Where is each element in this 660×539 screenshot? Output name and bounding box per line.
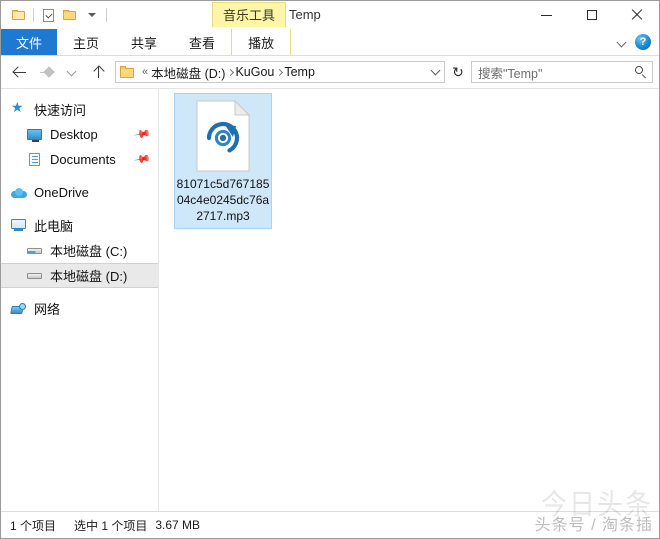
sidebar-item-label: 本地磁盘 (C:) [50,244,128,259]
status-selection-size: 3.67 MB [155,518,201,532]
sidebar-item-onedrive[interactable]: OneDrive [1,180,158,205]
breadcrumb-dropdown-chevron-down-icon[interactable] [426,67,444,77]
breadcrumb-overflow-icon[interactable]: « [142,66,148,78]
music-file-icon [195,99,251,172]
chevron-down-icon [64,64,80,80]
up-button[interactable] [85,59,111,85]
drive-icon [27,268,44,284]
chevron-down-icon [88,13,96,17]
expand-ribbon-chevron-down-icon[interactable] [618,38,627,47]
forward-arrow-icon [39,66,55,79]
breadcrumb-separator-icon-2[interactable] [274,70,284,75]
back-arrow-icon [11,66,28,79]
close-button[interactable] [614,1,659,29]
cloud-icon [11,185,28,201]
tab-home[interactable]: 主页 [57,29,115,55]
file-name-label: 81071c5d76718504c4e0245dc76a2717.mp3 [176,177,270,223]
qat-folder-icon-button[interactable] [8,4,30,26]
qat-divider [33,8,34,22]
back-button[interactable] [7,59,33,85]
sidebar-item-label: Documents [50,152,116,167]
documents-icon [27,152,44,168]
sidebar-item-label: Desktop [50,127,98,142]
sidebar-item-documents[interactable]: Documents 📌 [1,147,158,172]
search-box[interactable]: 搜索"Temp" [471,61,653,83]
new-folder-icon [63,9,77,21]
sidebar-item-label: 网络 [34,302,61,317]
sidebar-item-desktop[interactable]: Desktop 📌 [1,122,158,147]
sidebar-item-label: 此电脑 [34,219,74,234]
this-pc-icon [11,218,28,234]
tab-play[interactable]: 播放 [231,29,292,55]
ribbon-tab-bar: 文件 主页 共享 查看 播放 ? [1,29,659,56]
status-item-count: 1 个项目 [10,518,57,533]
minimize-icon [541,14,552,16]
qat-divider-2 [106,8,107,22]
tab-view[interactable]: 查看 [173,29,231,55]
breadcrumb-item-temp[interactable]: Temp [284,65,315,79]
recent-locations-button[interactable] [59,59,85,85]
window-controls [524,1,659,29]
ribbon-right-controls: ? [618,29,659,55]
address-bar: « 本地磁盘 (D:) KuGou Temp ↻ 搜索"Temp" [1,56,659,89]
sidebar-item-label: 快速访问 [34,103,87,118]
sidebar-item-local-disk-c[interactable]: 本地磁盘 (C:) [1,238,158,263]
maximize-icon [586,10,597,20]
breadcrumb[interactable]: « 本地磁盘 (D:) KuGou Temp [115,61,445,83]
sidebar-item-network[interactable]: 网络 [1,296,158,321]
tab-file[interactable]: 文件 [1,29,58,55]
sidebar-item-local-disk-d[interactable]: 本地磁盘 (D:) [1,263,158,288]
maximize-button[interactable] [569,1,614,29]
forward-button[interactable] [33,59,59,85]
contextual-tab-group-title: 音乐工具 [212,2,287,27]
navigation-pane: 快速访问 Desktop 📌 Documents 📌 OneDrive 此电脑 … [1,89,159,511]
desktop-icon [27,127,44,143]
close-icon [631,9,643,21]
quick-access-toolbar [1,1,110,29]
breadcrumb-item-drive[interactable]: 本地磁盘 (D:) [151,63,225,82]
refresh-icon: ↻ [452,63,464,80]
breadcrumb-item-kugou[interactable]: KuGou [235,65,274,79]
sidebar-item-quick-access[interactable]: 快速访问 [1,97,158,122]
status-bar: 1 个项目 选中 1 个项目 3.67 MB [1,511,659,538]
title-bar: 音乐工具 Temp [1,1,659,29]
sidebar-item-label: 本地磁盘 (D:) [50,269,128,284]
search-input[interactable]: 搜索"Temp" [478,63,635,82]
window-title: Temp [289,7,321,22]
search-icon[interactable] [635,65,648,79]
sidebar-item-this-pc[interactable]: 此电脑 [1,213,158,238]
file-list-view[interactable]: 81071c5d76718504c4e0245dc76a2717.mp3 [159,89,659,511]
tab-share[interactable]: 共享 [115,29,173,55]
qat-customize-button[interactable] [81,4,103,26]
minimize-button[interactable] [524,1,569,29]
properties-checkbox-icon [42,8,54,22]
system-drive-icon [27,243,44,259]
refresh-button[interactable]: ↻ [448,61,468,83]
network-icon [11,301,28,317]
breadcrumb-separator-icon[interactable] [225,70,235,75]
qat-properties-button[interactable] [37,4,59,26]
help-icon[interactable]: ? [635,34,651,50]
file-explorer-window: 音乐工具 Temp 文件 主页 共享 查看 播放 ? « 本地磁盘 (D:) K… [0,0,660,539]
up-arrow-icon [92,64,105,79]
pin-icon[interactable]: 📌 [133,151,151,169]
sidebar-item-label: OneDrive [34,185,89,200]
status-selection-count: 选中 1 个项目 [74,518,148,533]
file-item[interactable]: 81071c5d76718504c4e0245dc76a2717.mp3 [174,93,272,229]
folder-icon [120,66,135,78]
pin-icon[interactable]: 📌 [133,126,151,144]
star-icon [11,102,28,118]
folder-icon [12,9,26,21]
window-body: 快速访问 Desktop 📌 Documents 📌 OneDrive 此电脑 … [1,89,659,511]
qat-new-folder-button[interactable] [59,4,81,26]
